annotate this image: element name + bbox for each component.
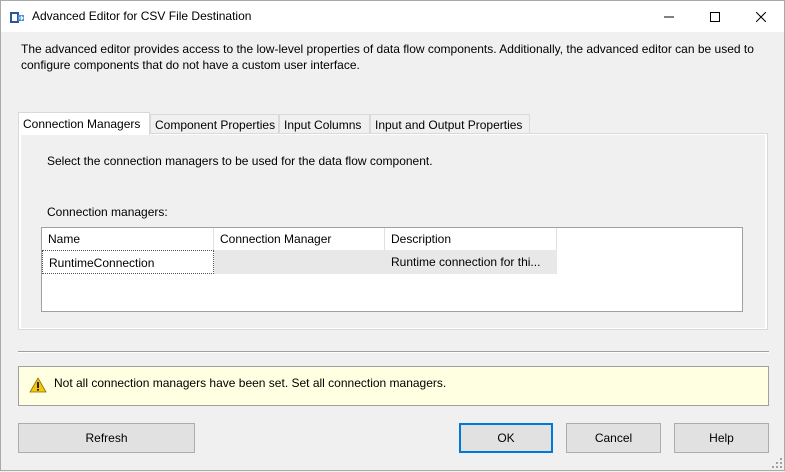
window-title: Advanced Editor for CSV File Destination bbox=[32, 9, 252, 23]
ssis-destination-icon bbox=[9, 9, 25, 25]
cancel-button[interactable]: Cancel bbox=[566, 423, 661, 453]
tab-component-properties[interactable]: Component Properties bbox=[150, 114, 279, 134]
cell-connection-manager[interactable] bbox=[214, 250, 385, 274]
tab-input-output-properties[interactable]: Input and Output Properties bbox=[370, 114, 530, 134]
table-row[interactable]: RuntimeConnection Runtime connection for… bbox=[42, 250, 742, 274]
cell-name[interactable]: RuntimeConnection bbox=[42, 250, 214, 274]
ok-button[interactable]: OK bbox=[459, 423, 553, 453]
close-icon bbox=[756, 11, 766, 22]
warning-text: Not all connection managers have been se… bbox=[54, 376, 447, 390]
warning-bar: Not all connection managers have been se… bbox=[18, 366, 769, 406]
minimize-button[interactable] bbox=[646, 1, 692, 32]
column-header-name[interactable]: Name bbox=[42, 228, 214, 250]
grid-header: Name Connection Manager Description bbox=[42, 228, 742, 250]
cell-description: Runtime connection for thi... bbox=[385, 250, 557, 274]
column-header-description[interactable]: Description bbox=[385, 228, 557, 250]
intro-text: The advanced editor provides access to t… bbox=[21, 42, 754, 72]
title-bar[interactable]: Advanced Editor for CSV File Destination bbox=[1, 1, 784, 32]
column-header-connection-manager[interactable]: Connection Manager bbox=[214, 228, 385, 250]
refresh-button[interactable]: Refresh bbox=[18, 423, 195, 453]
close-button[interactable] bbox=[738, 1, 784, 32]
tab-input-columns[interactable]: Input Columns bbox=[279, 114, 370, 134]
minimize-icon bbox=[664, 16, 674, 17]
help-button[interactable]: Help bbox=[674, 423, 769, 453]
advanced-editor-dialog: Advanced Editor for CSV File Destination… bbox=[0, 0, 785, 471]
maximize-button[interactable] bbox=[692, 1, 738, 32]
maximize-icon bbox=[710, 11, 720, 22]
connection-managers-label: Connection managers: bbox=[47, 205, 168, 219]
warning-icon bbox=[29, 377, 47, 396]
divider bbox=[18, 351, 769, 353]
tab-connection-managers[interactable]: Connection Managers bbox=[18, 112, 150, 135]
instruction-text: Select the connection managers to be use… bbox=[47, 154, 433, 168]
resize-grip-icon[interactable] bbox=[772, 458, 783, 472]
connection-managers-grid[interactable]: Name Connection Manager Description Runt… bbox=[41, 227, 743, 312]
